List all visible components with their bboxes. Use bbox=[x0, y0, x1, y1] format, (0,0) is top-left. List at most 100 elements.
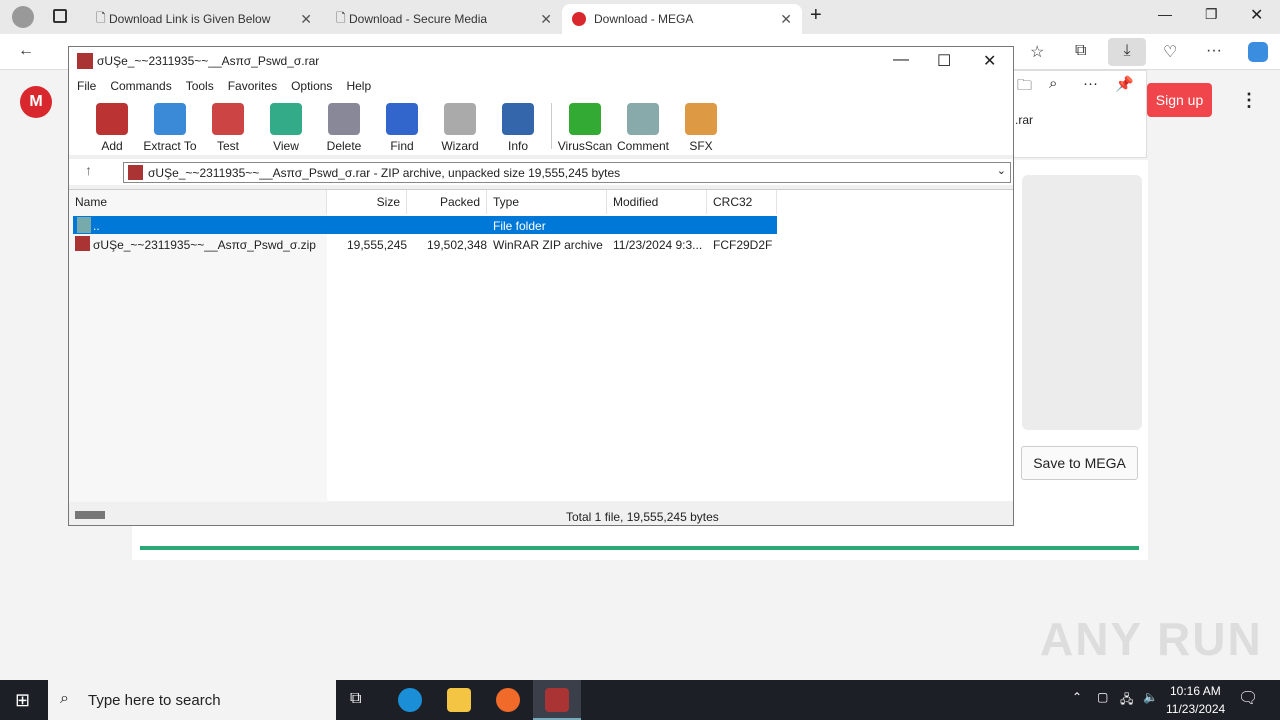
column-type[interactable]: Type bbox=[487, 190, 607, 214]
taskbar-search[interactable]: ⌕ Type here to search bbox=[48, 680, 336, 720]
tool-label: Delete bbox=[326, 139, 362, 153]
task-view-icon[interactable]: ⧉ bbox=[350, 690, 361, 708]
winrar-taskbar-button[interactable] bbox=[533, 680, 581, 720]
tab-mega[interactable]: Download - MEGA ✕ bbox=[562, 4, 802, 34]
mega-logo[interactable]: M bbox=[20, 86, 52, 118]
tab-download-link[interactable]: 🗋 Download Link is Given Below ✕ bbox=[86, 4, 322, 34]
search-placeholder: Type here to search bbox=[88, 691, 221, 709]
file-list: Name Size Packed Type Modified CRC32 .. … bbox=[69, 189, 1013, 502]
maximize-icon[interactable]: ☐ bbox=[937, 51, 951, 71]
tool-comment-button[interactable]: Comment bbox=[614, 97, 672, 153]
status-bar: Total 1 file, 19,555,245 bytes bbox=[69, 507, 1013, 525]
tool-view-button[interactable]: View bbox=[257, 97, 315, 153]
tool-find-button[interactable]: Find bbox=[373, 97, 431, 153]
tab-actions-icon[interactable] bbox=[53, 9, 67, 23]
add-icon bbox=[96, 103, 128, 135]
row-packed: 19,502,348 bbox=[427, 238, 488, 252]
tool-label: Wizard bbox=[441, 139, 479, 153]
column-name[interactable]: Name bbox=[69, 190, 327, 214]
close-tab-icon[interactable]: ✕ bbox=[780, 11, 792, 28]
back-icon[interactable]: ← bbox=[18, 42, 34, 60]
close-icon[interactable]: ✕ bbox=[1250, 5, 1263, 25]
column-packed[interactable]: Packed bbox=[407, 190, 487, 214]
clock-time[interactable]: 10:16 AM bbox=[1170, 684, 1221, 698]
more-icon[interactable]: ··· bbox=[1083, 75, 1098, 92]
info-icon bbox=[502, 103, 534, 135]
path-combobox[interactable]: σUŞe_~~2311935~~__Asπσ_Pswd_σ.rar - ZIP … bbox=[123, 162, 1011, 183]
pin-icon[interactable]: 📌 bbox=[1115, 75, 1134, 93]
table-row[interactable]: σUŞe_~~2311935~~__Asπσ_Pswd_σ.zip 19,555… bbox=[73, 235, 777, 253]
chevron-down-icon[interactable]: ⌄ bbox=[997, 164, 1006, 177]
menu-commands[interactable]: Commands bbox=[110, 79, 171, 93]
profile-icon[interactable] bbox=[12, 6, 34, 28]
download-filename[interactable]: .rar bbox=[1015, 113, 1033, 127]
network-icon[interactable]: 🖧 bbox=[1120, 690, 1133, 711]
up-arrow-icon[interactable]: ↑ bbox=[85, 162, 92, 178]
close-tab-icon[interactable]: ✕ bbox=[300, 11, 312, 28]
tool-label: VirusScan bbox=[557, 139, 613, 153]
menu-icon[interactable]: ⋮ bbox=[1240, 90, 1258, 111]
minimize-icon[interactable]: — bbox=[1158, 6, 1172, 22]
windows-start-icon[interactable]: ⊞ bbox=[15, 690, 30, 711]
virusscan-icon bbox=[569, 103, 601, 135]
volume-icon[interactable]: 🔈 bbox=[1143, 690, 1158, 704]
tool-sfx-button[interactable]: SFX bbox=[672, 97, 730, 153]
notifications-icon[interactable]: 🗨 bbox=[1238, 688, 1258, 708]
archive-icon bbox=[128, 165, 143, 180]
clock-date[interactable]: 11/23/2024 bbox=[1166, 702, 1225, 716]
mega-icon bbox=[572, 12, 586, 26]
menu-file[interactable]: File bbox=[77, 79, 96, 93]
status-text: Total 1 file, 19,555,245 bytes bbox=[566, 510, 719, 524]
save-to-mega-button[interactable]: Save to MEGA bbox=[1021, 446, 1138, 480]
tool-extract-to-button[interactable]: Extract To bbox=[141, 97, 199, 153]
row-type: WinRAR ZIP archive bbox=[493, 238, 603, 252]
menu-help[interactable]: Help bbox=[346, 79, 371, 93]
tool-label: SFX bbox=[689, 139, 713, 153]
firefox-icon[interactable] bbox=[496, 688, 520, 712]
tool-label: Info bbox=[507, 139, 528, 153]
tool-add-button[interactable]: Add bbox=[83, 97, 141, 153]
table-row[interactable]: .. File folder bbox=[73, 216, 777, 234]
chevron-up-icon[interactable]: ⌃ bbox=[1072, 690, 1082, 704]
copilot-icon[interactable] bbox=[1248, 42, 1268, 62]
column-size[interactable]: Size bbox=[327, 190, 407, 214]
menu-favorites[interactable]: Favorites bbox=[228, 79, 277, 93]
camera-icon[interactable]: ▢ bbox=[1097, 690, 1108, 704]
tool-info-button[interactable]: Info bbox=[489, 97, 547, 153]
browser-essentials-icon[interactable]: ♡ bbox=[1163, 42, 1177, 62]
restore-icon[interactable]: ❐ bbox=[1205, 6, 1218, 23]
menu-options[interactable]: Options bbox=[291, 79, 332, 93]
minimize-icon[interactable]: — bbox=[893, 51, 909, 69]
extract-to-icon bbox=[154, 103, 186, 135]
favorites-icon[interactable]: ☆ bbox=[1030, 42, 1044, 62]
open-folder-icon[interactable]: 🗀 bbox=[1017, 75, 1032, 100]
column-modified[interactable]: Modified bbox=[607, 190, 707, 214]
new-tab-icon[interactable]: + bbox=[810, 4, 822, 27]
row-name: σUŞe_~~2311935~~__Asπσ_Pswd_σ.zip bbox=[93, 238, 316, 252]
downloads-icon[interactable]: ⤓ bbox=[1108, 38, 1146, 66]
drive-icon bbox=[75, 511, 105, 519]
download-progress-bar bbox=[140, 546, 1139, 550]
collections-icon[interactable]: ⧉ bbox=[1075, 42, 1086, 60]
tab-secure-media[interactable]: 🗋 Download - Secure Media ✕ bbox=[326, 4, 562, 34]
close-icon[interactable]: ✕ bbox=[983, 51, 996, 71]
tool-virusscan-button[interactable]: VirusScan bbox=[556, 97, 614, 153]
tool-label: Find bbox=[390, 139, 414, 153]
tool-wizard-button[interactable]: Wizard bbox=[431, 97, 489, 153]
close-tab-icon[interactable]: ✕ bbox=[540, 11, 552, 28]
file-explorer-icon[interactable] bbox=[447, 688, 471, 712]
more-icon[interactable]: ··· bbox=[1206, 42, 1222, 60]
search-icon[interactable]: ⌕ bbox=[1049, 75, 1057, 92]
toolbar-separator bbox=[551, 103, 552, 149]
tool-test-button[interactable]: Test bbox=[199, 97, 257, 153]
zip-archive-icon bbox=[75, 236, 90, 251]
tool-delete-button[interactable]: Delete bbox=[315, 97, 373, 153]
edge-icon[interactable] bbox=[398, 688, 422, 712]
winrar-titlebar: σUŞe_~~2311935~~__Asπσ_Pswd_σ.rar — ☐ ✕ bbox=[69, 47, 1013, 75]
search-icon: ⌕ bbox=[60, 690, 69, 707]
column-crc32[interactable]: CRC32 bbox=[707, 190, 777, 214]
menu-tools[interactable]: Tools bbox=[186, 79, 214, 93]
sign-up-button[interactable]: Sign up bbox=[1147, 83, 1212, 117]
tool-label: Extract To bbox=[143, 139, 197, 153]
winrar-window: σUŞe_~~2311935~~__Asπσ_Pswd_σ.rar — ☐ ✕ … bbox=[68, 46, 1014, 526]
